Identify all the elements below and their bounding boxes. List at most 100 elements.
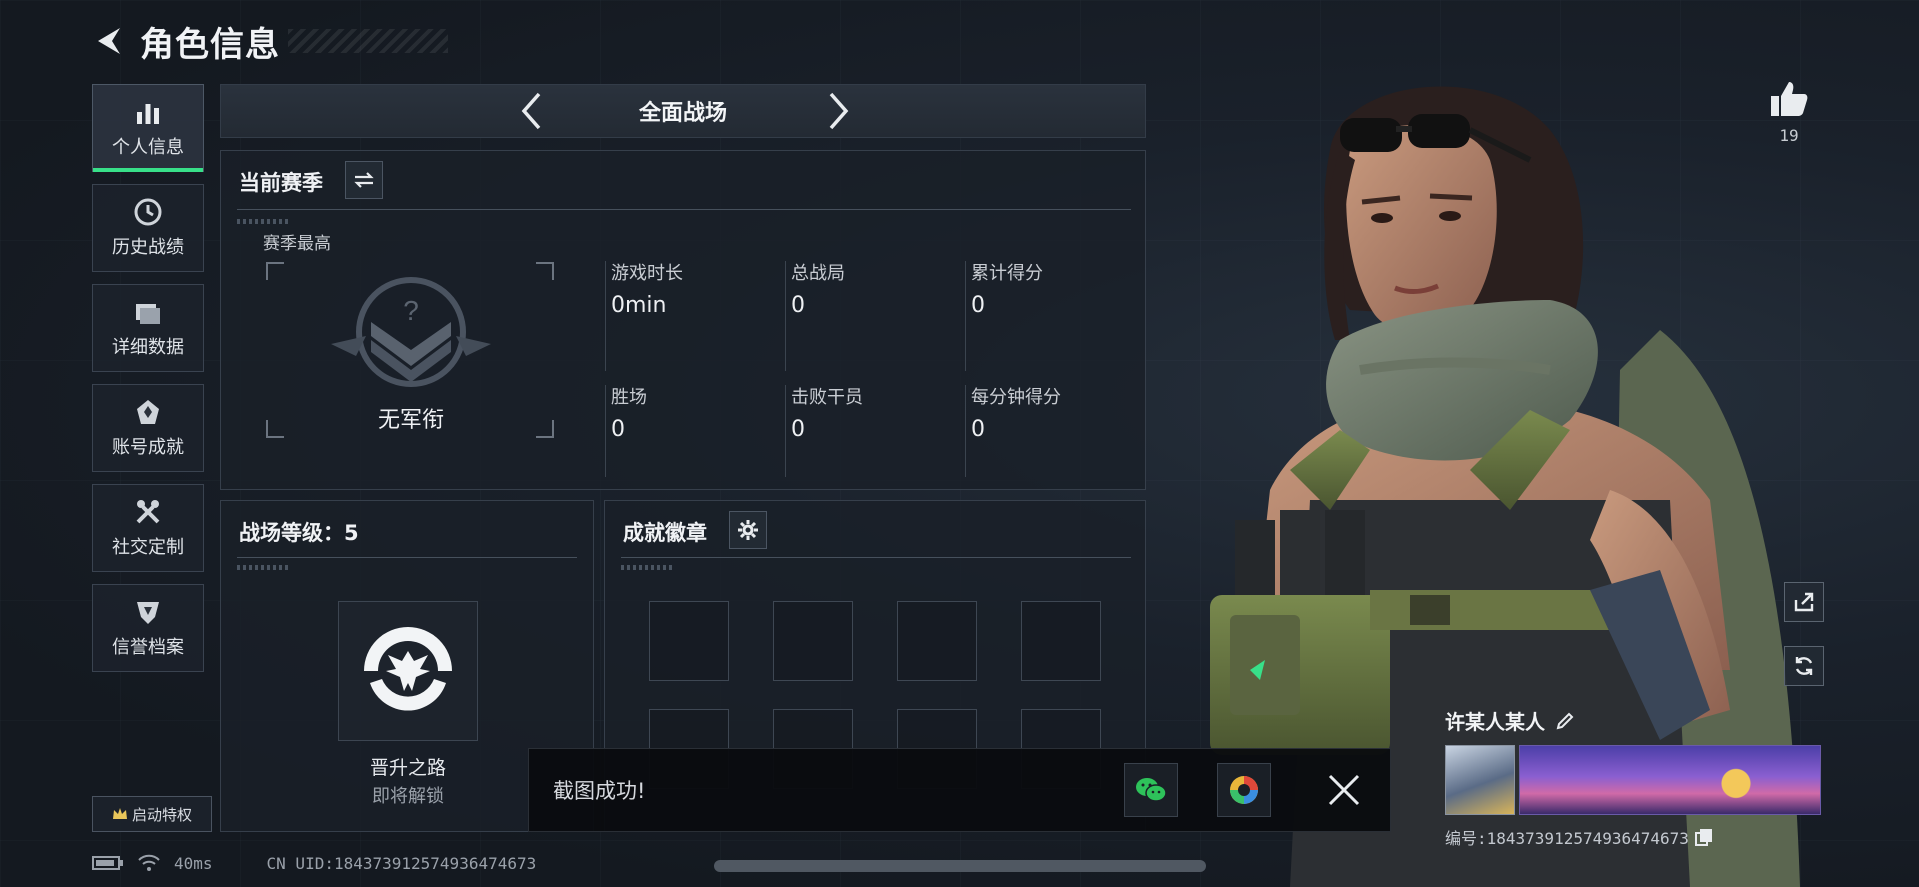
player-images xyxy=(1445,745,1825,815)
like-button[interactable]: 19 xyxy=(1764,78,1814,145)
sidebar-item-reputation[interactable]: 信誉档案 xyxy=(92,584,204,672)
eagle-emblem-icon xyxy=(364,627,452,711)
aperture-icon xyxy=(1230,776,1258,804)
edit-pencil-icon[interactable] xyxy=(1555,711,1575,731)
player-name-row: 许某人某人 xyxy=(1445,706,1825,735)
season-panel: 当前赛季 赛季最高 ? 无军衔 游戏时长 0min 总战局 0 累计得分 0 胜… xyxy=(220,150,1146,490)
divider-decoration xyxy=(237,219,291,224)
toast-close-button[interactable] xyxy=(1324,770,1364,810)
like-count: 19 xyxy=(1779,126,1799,145)
rank-emblem-icon: ? xyxy=(331,277,491,387)
sidebar-item-personal-info[interactable]: 个人信息 xyxy=(92,84,204,172)
stat-value: 0 xyxy=(791,293,805,318)
stat-label: 击败干员 xyxy=(791,387,863,408)
refresh-button[interactable] xyxy=(1784,646,1824,686)
mode-next-button[interactable] xyxy=(819,87,859,135)
shield-icon xyxy=(133,597,163,627)
stat-total-score: 累计得分 0 xyxy=(971,259,1141,318)
stat-label: 胜场 xyxy=(611,387,647,408)
badge-slot[interactable] xyxy=(773,601,853,681)
divider xyxy=(621,557,1131,558)
vip-label: 启动特权 xyxy=(131,805,192,824)
stat-divider xyxy=(785,385,786,477)
badge-slot[interactable] xyxy=(649,601,729,681)
level-emblem[interactable] xyxy=(338,601,478,741)
player-name: 许某人某人 xyxy=(1445,710,1545,734)
swap-icon xyxy=(354,172,374,188)
screenshot-toast: 截图成功! xyxy=(528,748,1391,832)
stat-label: 每分钟得分 xyxy=(971,387,1061,408)
divider xyxy=(237,557,577,558)
sidebar-item-history[interactable]: 历史战绩 xyxy=(92,184,204,272)
back-button[interactable] xyxy=(90,21,128,61)
sidebar-item-details[interactable]: 详细数据 xyxy=(92,284,204,372)
back-arrow-icon xyxy=(98,28,120,54)
share-album-button[interactable] xyxy=(1217,763,1271,817)
chevron-right-icon xyxy=(829,92,849,130)
player-card: 许某人某人 编号:1843739125749364746​73 xyxy=(1445,706,1825,849)
rank-frame: ? 无军衔 xyxy=(265,261,555,439)
sidebar-item-label: 账号成就 xyxy=(112,437,184,458)
svg-text:?: ? xyxy=(403,295,419,326)
close-icon xyxy=(1328,774,1360,806)
sidebar-item-label: 社交定制 xyxy=(112,537,184,558)
divider-decoration xyxy=(621,565,675,570)
level-caption-status: 即将解锁 xyxy=(372,786,444,807)
battery-icon xyxy=(92,856,123,870)
mode-selector: 全面战场 xyxy=(220,84,1146,138)
level-caption-title: 晋升之路 xyxy=(369,757,446,779)
divider-decoration xyxy=(237,565,291,570)
stat-kills: 击败干员 0 xyxy=(791,383,961,442)
badge-slot[interactable] xyxy=(1021,601,1101,681)
sidebar-item-social[interactable]: 社交定制 xyxy=(92,484,204,572)
player-banner[interactable] xyxy=(1519,745,1821,815)
stat-label: 累计得分 xyxy=(971,263,1043,284)
sidebar-item-label: 历史战绩 xyxy=(112,237,184,258)
rank-name: 无军衔 xyxy=(377,408,444,433)
wechat-icon xyxy=(1136,778,1167,802)
chevron-left-icon xyxy=(521,92,541,130)
stat-label: 游戏时长 xyxy=(611,263,683,284)
avatar[interactable] xyxy=(1445,745,1515,815)
share-icon xyxy=(1794,592,1814,612)
level-caption: 晋升之路 即将解锁 xyxy=(308,753,508,808)
sidebar: 个人信息 历史战绩 详细数据 账号成就 社交定制 信誉档案 xyxy=(92,84,204,684)
vip-privilege-button[interactable]: 启动特权 xyxy=(92,796,212,832)
stat-total-matches: 总战局 0 xyxy=(791,259,961,318)
sidebar-item-label: 信誉档案 xyxy=(112,637,184,658)
sidebar-item-achievements[interactable]: 账号成就 xyxy=(92,384,204,472)
stat-divider xyxy=(785,261,786,371)
crown-icon xyxy=(112,808,127,819)
ping-value: 40ms xyxy=(174,853,213,873)
toast-message: 截图成功! xyxy=(553,779,646,803)
stat-divider xyxy=(605,261,606,371)
achievement-title: 成就徽章 xyxy=(623,521,707,545)
stat-score-per-min: 每分钟得分 0 xyxy=(971,383,1141,442)
badge-slot[interactable] xyxy=(897,601,977,681)
stat-playtime: 游戏时长 0min xyxy=(611,259,781,318)
season-title: 当前赛季 xyxy=(239,171,323,195)
title-decoration xyxy=(288,29,448,53)
mode-prev-button[interactable] xyxy=(511,87,551,135)
wifi-icon xyxy=(138,854,160,871)
stat-wins: 胜场 0 xyxy=(611,383,781,442)
stat-divider xyxy=(965,261,966,371)
stat-value: 0 xyxy=(611,417,625,442)
achievement-settings-button[interactable] xyxy=(729,511,767,549)
header: 角色信息 xyxy=(90,16,448,66)
folder-icon xyxy=(133,297,163,327)
divider xyxy=(237,209,1131,210)
stat-divider xyxy=(965,385,966,477)
share-button[interactable] xyxy=(1784,582,1824,622)
uid-label: CN UID:1843739125749364746​73 xyxy=(266,853,537,873)
season-switch-button[interactable] xyxy=(345,161,383,199)
bar-chart-icon xyxy=(133,97,163,127)
refresh-icon xyxy=(1795,657,1813,675)
stat-value: 0 xyxy=(971,417,985,442)
copy-icon[interactable] xyxy=(1694,828,1713,846)
thumbs-up-icon xyxy=(1771,82,1808,116)
scrollbar[interactable] xyxy=(714,860,1206,872)
player-uid: 编号:1843739125749364746​73 xyxy=(1445,829,1689,848)
sidebar-item-label: 详细数据 xyxy=(112,337,184,358)
share-wechat-button[interactable] xyxy=(1124,763,1178,817)
